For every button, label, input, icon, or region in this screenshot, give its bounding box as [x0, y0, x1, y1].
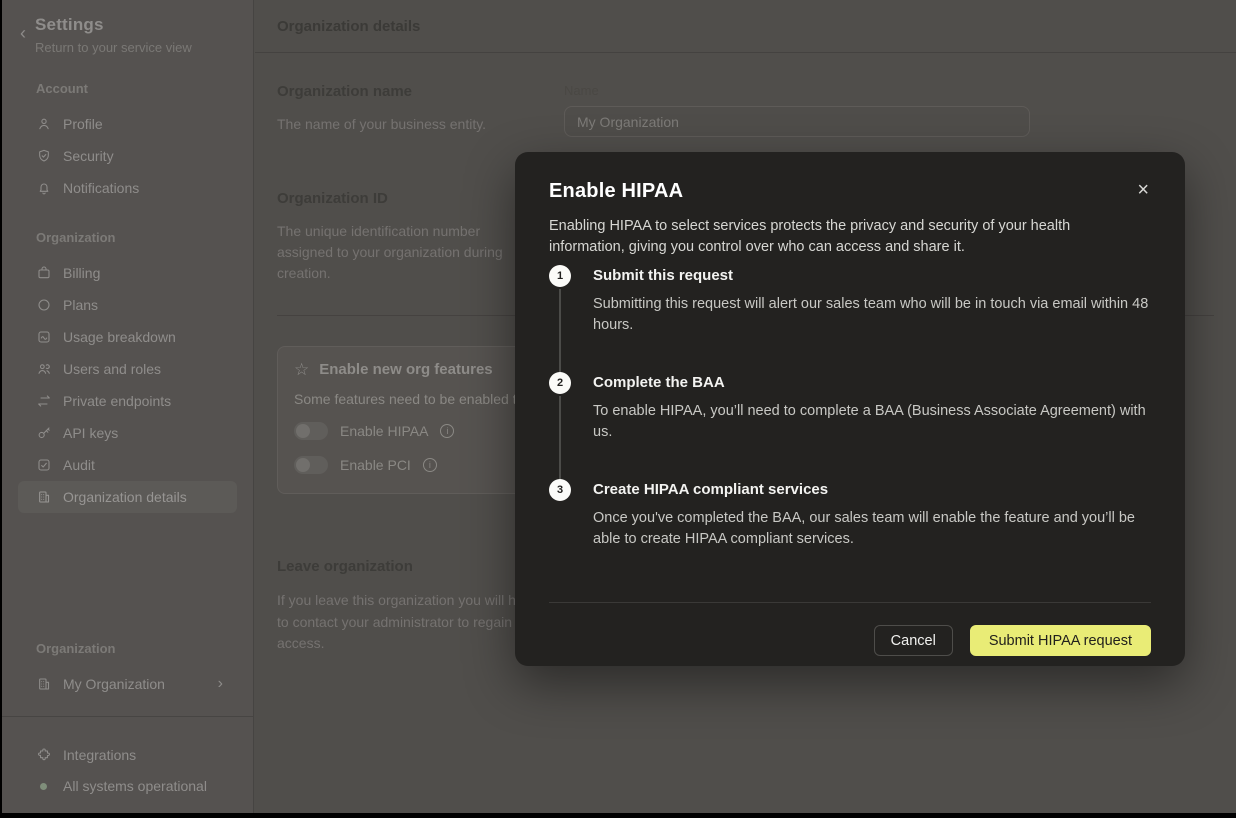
sidebar-item-plans[interactable]: Plans: [2, 289, 253, 321]
enable-hipaa-toggle[interactable]: [294, 422, 328, 440]
info-icon[interactable]: i: [423, 458, 437, 472]
sidebar-item-label: Profile: [63, 116, 103, 132]
sidebar-item-label: Notifications: [63, 180, 139, 196]
sidebar-header-text: Settings Return to your service view: [35, 15, 192, 55]
page-title: Organization details: [277, 18, 420, 35]
sidebar-item-label: Organization details: [63, 489, 187, 505]
step-2: 2 Complete the BAA To enable HIPAA, you’…: [549, 372, 1151, 443]
sidebar-item-billing[interactable]: Billing: [2, 257, 253, 289]
building-icon: [36, 676, 52, 692]
sidebar-item-notifications[interactable]: Notifications: [2, 172, 253, 204]
toggle-knob: [296, 458, 310, 472]
step-2-badge: 2: [549, 372, 571, 394]
system-status-link[interactable]: All systems operational: [2, 771, 253, 801]
step-1-badge: 1: [549, 265, 571, 287]
sidebar-bottom: Organization My Organization › Integrati…: [2, 641, 253, 813]
building-icon: [36, 489, 52, 505]
org-name-input[interactable]: [564, 106, 1030, 137]
pci-toggle-label: Enable PCI: [340, 457, 411, 473]
sidebar-item-private-endpoints[interactable]: Private endpoints: [2, 385, 253, 417]
sidebar-item-label: Plans: [63, 297, 98, 313]
sidebar-item-organization-details[interactable]: Organization details: [18, 481, 237, 513]
name-field-label: Name: [564, 83, 1214, 98]
features-card-title: Enable new org features: [319, 361, 492, 378]
profile-icon: [36, 116, 52, 132]
sidebar-header: ‹ Settings Return to your service view: [2, 0, 253, 55]
sidebar-item-audit[interactable]: Audit: [2, 449, 253, 481]
step-3-title: Create HIPAA compliant services: [593, 479, 1151, 498]
sidebar-item-label: Security: [63, 148, 114, 164]
sidebar-item-label: Audit: [63, 457, 95, 473]
step-3: 3 Create HIPAA compliant services Once y…: [549, 479, 1151, 550]
back-chevron-icon[interactable]: ‹: [20, 24, 26, 42]
org-name-info: Organization name The name of your busin…: [277, 83, 564, 137]
star-icon: ☆: [294, 361, 309, 378]
settings-sidebar: ‹ Settings Return to your service view A…: [2, 0, 254, 813]
main-header: Organization details: [255, 0, 1236, 53]
modal-title: Enable HIPAA: [549, 180, 683, 203]
submit-hipaa-request-button[interactable]: Submit HIPAA request: [970, 625, 1151, 656]
puzzle-icon: [36, 747, 52, 763]
step-2-body: To enable HIPAA, you’ll need to complete…: [593, 401, 1151, 443]
modal-footer: Cancel Submit HIPAA request: [549, 625, 1151, 656]
org-switcher[interactable]: My Organization ›: [2, 668, 253, 700]
enable-pci-toggle[interactable]: [294, 456, 328, 474]
sidebar-item-profile[interactable]: Profile: [2, 108, 253, 140]
app-window: ‹ Settings Return to your service view A…: [2, 0, 1236, 813]
sidebar-item-label: Usage breakdown: [63, 329, 176, 345]
sidebar-item-label: Private endpoints: [63, 393, 171, 409]
circle-icon: [36, 297, 52, 313]
audit-check-icon: [36, 457, 52, 473]
org-id-desc: The unique identification number assigne…: [277, 221, 527, 284]
info-icon[interactable]: i: [440, 424, 454, 438]
sidebar-item-users-and-roles[interactable]: Users and roles: [2, 353, 253, 385]
step-3-badge: 3: [549, 479, 571, 501]
section-label-organization: Organization: [36, 230, 253, 245]
org-name-row: Organization name The name of your busin…: [277, 83, 1214, 137]
sidebar-item-label: Billing: [63, 265, 100, 281]
settings-title: Settings: [35, 15, 192, 35]
account-nav: Profile Security Notifications: [2, 108, 253, 204]
usage-chart-icon: [36, 329, 52, 345]
close-icon[interactable]: ×: [1135, 180, 1151, 200]
org-name-form: Name: [564, 83, 1214, 137]
sidebar-item-label: Users and roles: [63, 361, 161, 377]
cancel-button[interactable]: Cancel: [874, 625, 953, 656]
billing-icon: [36, 265, 52, 281]
status-dot-icon: [40, 783, 47, 790]
org-name-heading: Organization name: [277, 83, 564, 100]
leave-desc: If you leave this organization you will …: [277, 590, 549, 655]
hipaa-toggle-label: Enable HIPAA: [340, 423, 428, 439]
status-label: All systems operational: [63, 778, 207, 794]
return-link[interactable]: Return to your service view: [35, 40, 192, 55]
section-label-account: Account: [36, 81, 253, 96]
integrations-link[interactable]: Integrations: [2, 739, 253, 771]
sidebar-item-security[interactable]: Security: [2, 140, 253, 172]
chevron-right-icon: ›: [218, 675, 223, 693]
modal-footer-divider: [549, 602, 1151, 603]
org-name-desc: The name of your business entity.: [277, 114, 527, 135]
shield-check-icon: [36, 148, 52, 164]
toggle-knob: [296, 424, 310, 438]
step-1-title: Submit this request: [593, 265, 1151, 284]
bell-icon: [36, 180, 52, 196]
organization-nav: Billing Plans Usage breakdown Users and …: [2, 257, 253, 513]
sidebar-divider: [2, 716, 253, 717]
step-1: 1 Submit this request Submitting this re…: [549, 265, 1151, 336]
enable-hipaa-modal: Enable HIPAA × Enabling HIPAA to select …: [515, 152, 1185, 666]
sidebar-item-usage-breakdown[interactable]: Usage breakdown: [2, 321, 253, 353]
integrations-label: Integrations: [63, 747, 136, 763]
hipaa-steps: 1 Submit this request Submitting this re…: [549, 265, 1151, 550]
step-2-title: Complete the BAA: [593, 372, 1151, 391]
users-icon: [36, 361, 52, 377]
step-3-body: Once you've completed the BAA, our sales…: [593, 508, 1151, 550]
key-icon: [36, 425, 52, 441]
org-switcher-label: My Organization: [63, 676, 165, 692]
sidebar-item-api-keys[interactable]: API keys: [2, 417, 253, 449]
section-label-organization-switcher: Organization: [36, 641, 253, 656]
modal-description: Enabling HIPAA to select services protec…: [549, 216, 1129, 258]
sidebar-item-label: API keys: [63, 425, 118, 441]
arrows-swap-icon: [36, 393, 52, 409]
step-1-body: Submitting this request will alert our s…: [593, 294, 1151, 336]
